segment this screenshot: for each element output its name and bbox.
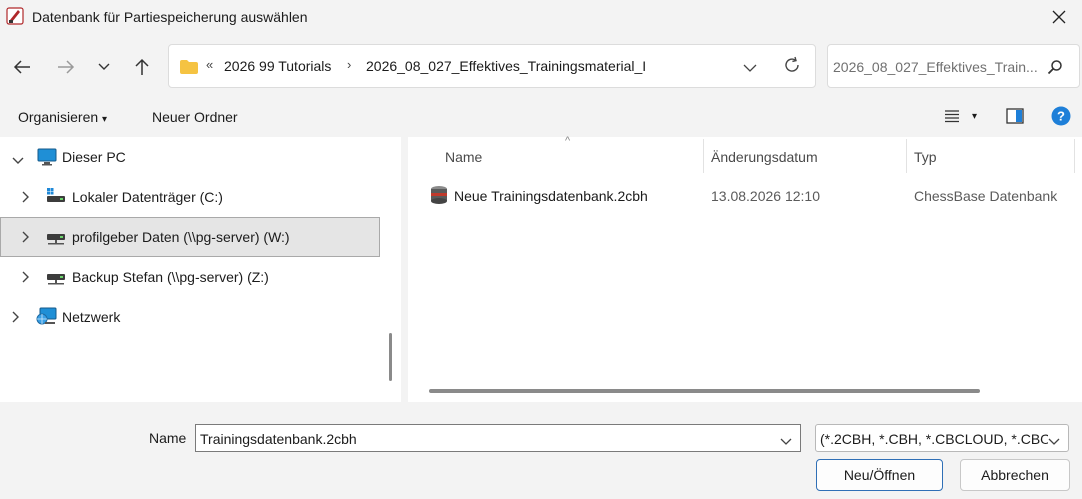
search-input[interactable]: 2026_08_027_Effektives_Train... xyxy=(833,59,1039,75)
search-icon[interactable] xyxy=(1047,59,1063,78)
column-header-type[interactable]: Typ xyxy=(914,149,937,165)
open-button[interactable]: Neu/Öffnen xyxy=(816,459,943,491)
refresh-icon xyxy=(785,56,799,72)
database-icon xyxy=(430,185,448,208)
search-box[interactable]: 2026_08_027_Effektives_Train... xyxy=(827,44,1080,88)
sidebar-item-label: Netzwerk xyxy=(62,309,121,325)
recent-locations-button[interactable] xyxy=(90,53,118,81)
refresh-button[interactable] xyxy=(783,56,801,77)
filename-combobox[interactable]: Trainingsdatenbank.2cbh xyxy=(195,424,801,452)
arrow-up-icon xyxy=(135,58,149,75)
column-header-name[interactable]: Name xyxy=(445,149,482,165)
chevron-right-icon[interactable] xyxy=(22,270,30,286)
organize-button[interactable]: Organisieren ▾ xyxy=(18,109,107,125)
network-drive-icon xyxy=(46,231,66,248)
file-type: ChessBase Datenbank xyxy=(914,188,1058,204)
new-folder-button[interactable]: Neuer Ordner xyxy=(152,109,238,125)
command-bar: Organisieren ▾ Neuer Ordner ▾ ? xyxy=(0,98,1082,136)
window-title: Datenbank für Partiespeicherung auswähle… xyxy=(32,9,308,25)
file-row[interactable]: Neue Trainingsdatenbank.2cbh 13.08.2026 … xyxy=(408,177,1082,213)
sidebar-scrollbar[interactable] xyxy=(389,333,392,381)
sidebar-item-profilgeber-daten[interactable]: profilgeber Daten (\\pg-server) (W:) xyxy=(0,217,380,257)
file-list-scrollbar[interactable] xyxy=(429,389,980,393)
forward-button[interactable] xyxy=(52,53,80,81)
chevron-right-icon[interactable] xyxy=(22,230,30,246)
folder-icon xyxy=(179,59,199,78)
filename-input[interactable]: Trainingsdatenbank.2cbh xyxy=(200,431,357,447)
chevron-down-icon[interactable] xyxy=(780,433,792,449)
column-divider[interactable] xyxy=(1074,139,1075,173)
sort-indicator-icon: ^ xyxy=(565,135,571,147)
navigation-bar: « 2026 99 Tutorials › 2026_08_027_Effekt… xyxy=(0,40,1082,94)
network-drive-icon xyxy=(46,271,66,288)
help-button[interactable]: ? xyxy=(1051,106,1071,129)
sidebar-item-netzwerk[interactable]: Netzwerk xyxy=(0,297,380,337)
breadcrumb-item[interactable]: 2026 99 Tutorials xyxy=(224,58,331,74)
column-header-date[interactable]: Änderungsdatum xyxy=(711,149,818,165)
chevron-down-icon xyxy=(743,64,757,72)
arrow-left-icon xyxy=(13,60,30,74)
sidebar-item-label: Dieser PC xyxy=(62,149,126,165)
chevron-down-icon[interactable] xyxy=(12,152,24,168)
back-button[interactable] xyxy=(8,53,36,81)
close-icon xyxy=(1052,10,1066,24)
filename-label: Name xyxy=(149,430,187,446)
network-icon xyxy=(36,307,58,330)
help-icon: ? xyxy=(1051,106,1071,126)
title-bar: Datenbank für Partiespeicherung auswähle… xyxy=(0,0,1082,34)
chevron-right-icon[interactable] xyxy=(22,190,30,206)
sidebar-item-label: profilgeber Daten (\\pg-server) (W:) xyxy=(72,229,290,245)
monitor-icon xyxy=(37,148,57,169)
chevron-down-icon xyxy=(98,63,110,70)
view-options-button[interactable] xyxy=(944,108,960,127)
help-label: ? xyxy=(1057,109,1065,124)
breadcrumb-item[interactable]: 2026_08_027_Effektives_Trainingsmaterial… xyxy=(366,58,646,74)
cancel-button[interactable]: Abbrechen xyxy=(960,459,1070,491)
sidebar-item-label: Lokaler Datenträger (C:) xyxy=(72,189,223,205)
column-divider[interactable] xyxy=(703,139,704,173)
list-view-icon xyxy=(945,110,959,123)
chevron-right-icon[interactable] xyxy=(12,310,20,326)
dialog-footer: Name Trainingsdatenbank.2cbh (*.2CBH, *.… xyxy=(0,402,1082,499)
sidebar-item-local-disk[interactable]: Lokaler Datenträger (C:) xyxy=(0,177,380,217)
file-list[interactable]: ^ Name Änderungsdatum Typ Neue Trainings… xyxy=(408,135,1082,402)
up-button[interactable] xyxy=(128,53,156,81)
navigation-pane[interactable]: Dieser PC Lokaler Datenträger (C:) profi… xyxy=(0,137,401,402)
preview-pane-button[interactable] xyxy=(1006,108,1024,127)
close-button[interactable] xyxy=(1036,0,1082,34)
sidebar-item-backup-stefan[interactable]: Backup Stefan (\\pg-server) (Z:) xyxy=(0,257,380,297)
caret-down-icon: ▾ xyxy=(102,114,108,125)
column-divider[interactable] xyxy=(906,139,907,173)
drive-icon xyxy=(46,186,66,207)
file-type-filter-value: (*.2CBH, *.CBH, *.CBCLOUD, *.CBO xyxy=(820,431,1048,447)
address-dropdown[interactable] xyxy=(743,59,757,75)
view-caret-icon[interactable]: ▾ xyxy=(972,111,977,122)
organize-label: Organisieren xyxy=(18,109,99,125)
preview-pane-icon xyxy=(1006,108,1024,124)
sidebar-item-dieser-pc[interactable]: Dieser PC xyxy=(0,137,380,177)
file-type-filter[interactable]: (*.2CBH, *.CBH, *.CBCLOUD, *.CBO xyxy=(815,424,1069,452)
chevron-down-icon[interactable] xyxy=(1048,433,1060,449)
sidebar-item-label: Backup Stefan (\\pg-server) (Z:) xyxy=(72,269,269,285)
address-bar[interactable]: « 2026 99 Tutorials › 2026_08_027_Effekt… xyxy=(168,44,816,88)
file-name: Neue Trainingsdatenbank.2cbh xyxy=(454,188,648,204)
chessbase-app-icon xyxy=(6,7,24,25)
breadcrumb-overflow[interactable]: « xyxy=(206,57,213,72)
arrow-right-icon xyxy=(58,60,75,74)
file-date: 13.08.2026 12:10 xyxy=(711,188,820,204)
breadcrumb-separator[interactable]: › xyxy=(347,57,351,72)
